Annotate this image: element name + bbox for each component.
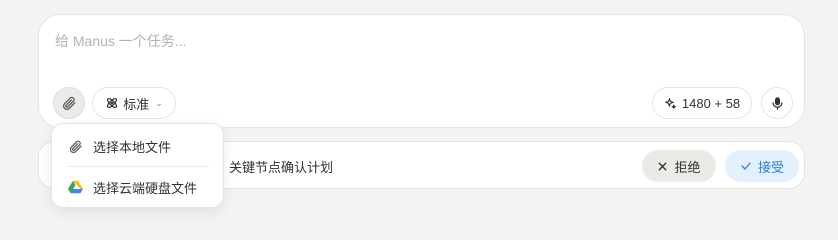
credits-label: 1480 + 58 xyxy=(681,95,741,111)
reject-label: 拒绝 xyxy=(674,159,701,175)
accept-button[interactable]: 接受 xyxy=(725,150,799,182)
microphone-icon xyxy=(770,96,785,111)
voice-input-button[interactable] xyxy=(761,87,793,119)
atom-icon xyxy=(105,96,119,110)
menu-item-cloud-drive-file[interactable]: 选择云端硬盘文件 xyxy=(58,169,217,205)
reject-button[interactable]: 拒绝 xyxy=(642,150,716,182)
menu-item-label: 选择云端硬盘文件 xyxy=(93,180,198,196)
menu-item-local-file[interactable]: 选择本地文件 xyxy=(58,128,217,164)
credits-badge[interactable]: 1480 + 58 xyxy=(652,87,752,119)
accept-label: 接受 xyxy=(757,159,784,175)
menu-divider xyxy=(68,166,209,167)
task-composer: 标准 ⌄ 1480 + 58 xyxy=(38,14,805,128)
check-icon xyxy=(740,160,752,172)
attach-dropdown-menu: 选择本地文件 选择云端硬盘文件 xyxy=(51,123,224,208)
chevron-down-icon: ⌄ xyxy=(155,97,163,108)
sparkle-icon xyxy=(664,97,677,110)
attach-button[interactable] xyxy=(53,87,85,119)
task-input[interactable] xyxy=(55,31,755,51)
mode-selector[interactable]: 标准 ⌄ xyxy=(92,87,176,119)
menu-item-label: 选择本地文件 xyxy=(93,139,172,155)
suggestion-text: 关键节点确认计划 xyxy=(229,160,334,175)
google-drive-icon xyxy=(68,180,83,194)
close-icon xyxy=(657,161,668,172)
paperclip-icon xyxy=(68,139,83,154)
paperclip-icon xyxy=(61,95,77,111)
mode-label: 标准 xyxy=(123,96,150,112)
